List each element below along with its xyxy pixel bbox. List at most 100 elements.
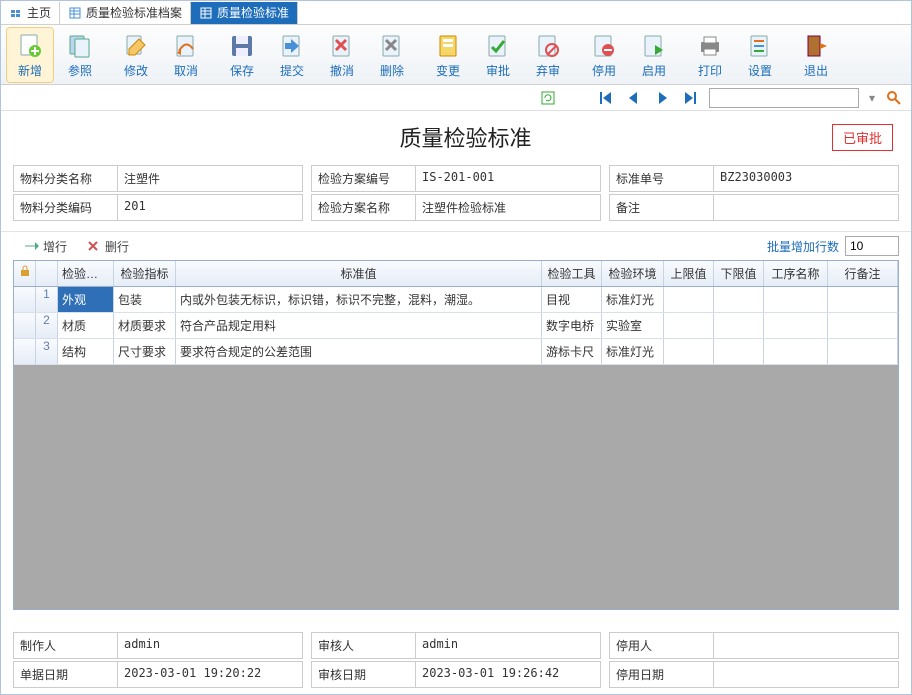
col-proc[interactable]: 工序名称 <box>764 261 828 286</box>
cell-upper[interactable] <box>664 339 714 364</box>
col-item[interactable]: 检验项目 <box>58 261 114 286</box>
cell-lower[interactable] <box>714 287 764 312</box>
undo-button[interactable]: 撤消 <box>318 27 366 83</box>
first-icon[interactable] <box>597 89 615 107</box>
add-row-label: 增行 <box>43 238 67 255</box>
del-row-button[interactable]: 删行 <box>87 238 129 255</box>
last-icon[interactable] <box>681 89 699 107</box>
exit-icon <box>802 32 830 60</box>
toolbar-label: 删除 <box>380 62 404 79</box>
add-icon <box>16 32 44 60</box>
table-row[interactable]: 2材质材质要求符合产品规定用料数字电桥实验室 <box>14 313 898 339</box>
disable-by-field <box>713 632 899 659</box>
print-button[interactable]: 打印 <box>686 27 734 83</box>
disable-button[interactable]: 停用 <box>580 27 628 83</box>
remark-field[interactable] <box>713 194 899 221</box>
toolbar-label: 修改 <box>124 62 148 79</box>
tab-standard[interactable]: 质量检验标准 <box>191 2 298 24</box>
std-no-field[interactable]: BZ23030003 <box>713 165 899 192</box>
table-row[interactable]: 1外观包装内或外包装无标识，标识错，标识不完整，混料，潮湿。目视标准灯光 <box>14 287 898 313</box>
cell-indicator[interactable]: 材质要求 <box>114 313 176 338</box>
col-tool[interactable]: 检验工具 <box>542 261 602 286</box>
cell-tool[interactable]: 数字电桥 <box>542 313 602 338</box>
col-remark[interactable]: 行备注 <box>828 261 898 286</box>
next-icon[interactable] <box>653 89 671 107</box>
toolbar-label: 退出 <box>804 62 828 79</box>
cell-standard[interactable]: 要求符合规定的公差范围 <box>176 339 542 364</box>
reference-button[interactable]: 参照 <box>56 27 104 83</box>
submit-icon <box>278 32 306 60</box>
cell-env[interactable]: 标准灯光 <box>602 339 664 364</box>
col-lower[interactable]: 下限值 <box>714 261 764 286</box>
setting-button[interactable]: 设置 <box>736 27 784 83</box>
reject-icon <box>534 32 562 60</box>
cell-env[interactable]: 实验室 <box>602 313 664 338</box>
cell-env[interactable]: 标准灯光 <box>602 287 664 312</box>
toolbar-label: 取消 <box>174 62 198 79</box>
scheme-name-label: 检验方案名称 <box>311 194 415 221</box>
cell-proc[interactable] <box>764 287 828 312</box>
toolbar-label: 设置 <box>748 62 772 79</box>
submit-button[interactable]: 提交 <box>268 27 316 83</box>
tab-home[interactable]: 主页 <box>1 2 60 24</box>
disable-by-label: 停用人 <box>609 632 713 659</box>
reject-button[interactable]: 弃审 <box>524 27 572 83</box>
scheme-no-field[interactable]: IS-201-001 <box>415 165 601 192</box>
table-row[interactable]: 3结构尺寸要求要求符合规定的公差范围游标卡尺标准灯光 <box>14 339 898 365</box>
cell-proc[interactable] <box>764 339 828 364</box>
cell-indicator[interactable]: 包装 <box>114 287 176 312</box>
save-icon <box>228 32 256 60</box>
add-button[interactable]: 新增 <box>6 27 54 83</box>
batch-add-input[interactable] <box>845 236 899 256</box>
enable-button[interactable]: 启用 <box>630 27 678 83</box>
cell-item[interactable]: 外观 <box>58 287 114 312</box>
change-icon <box>434 32 462 60</box>
prev-icon[interactable] <box>625 89 643 107</box>
mat-class-code-field[interactable]: 201 <box>117 194 303 221</box>
data-grid[interactable]: 检验项目 检验指标 标准值 检验工具 检验环境 上限值 下限值 工序名称 行备注… <box>13 260 899 610</box>
col-standard[interactable]: 标准值 <box>176 261 542 286</box>
col-upper[interactable]: 上限值 <box>664 261 714 286</box>
change-button[interactable]: 变更 <box>424 27 472 83</box>
reference-icon <box>66 32 94 60</box>
approve-button[interactable]: 审批 <box>474 27 522 83</box>
cell-standard[interactable]: 内或外包装无标识，标识错，标识不完整，混料，潮湿。 <box>176 287 542 312</box>
cell-tool[interactable]: 目视 <box>542 287 602 312</box>
scheme-name-field[interactable]: 注塑件检验标准 <box>415 194 601 221</box>
refresh-icon[interactable] <box>539 89 557 107</box>
add-row-button[interactable]: 增行 <box>25 238 67 255</box>
exit-button[interactable]: 退出 <box>792 27 840 83</box>
cell-upper[interactable] <box>664 287 714 312</box>
edit-button[interactable]: 修改 <box>112 27 160 83</box>
cell-upper[interactable] <box>664 313 714 338</box>
save-button[interactable]: 保存 <box>218 27 266 83</box>
setting-icon <box>746 32 774 60</box>
cell-remark[interactable] <box>828 313 898 338</box>
cell-tool[interactable]: 游标卡尺 <box>542 339 602 364</box>
col-indicator[interactable]: 检验指标 <box>114 261 176 286</box>
cell-lower[interactable] <box>714 313 764 338</box>
cell-proc[interactable] <box>764 313 828 338</box>
cell-standard[interactable]: 符合产品规定用料 <box>176 313 542 338</box>
cell-indicator[interactable]: 尺寸要求 <box>114 339 176 364</box>
cancel-button[interactable]: 取消 <box>162 27 210 83</box>
cell-item[interactable]: 材质 <box>58 313 114 338</box>
delete-button[interactable]: 删除 <box>368 27 416 83</box>
cell-remark[interactable] <box>828 287 898 312</box>
cell-lower[interactable] <box>714 339 764 364</box>
cancel-icon <box>172 32 200 60</box>
tab-label: 质量检验标准 <box>217 4 289 21</box>
tab-archive[interactable]: 质量检验标准档案 <box>60 2 191 24</box>
cell-item[interactable]: 结构 <box>58 339 114 364</box>
col-env[interactable]: 检验环境 <box>602 261 664 286</box>
footer-form: 制作人admin 单据日期2023-03-01 19:20:22 审核人admi… <box>13 632 899 688</box>
grid-icon <box>199 6 213 20</box>
grid-toolbar: 增行 删行 批量增加行数 <box>1 231 911 260</box>
search-icon[interactable] <box>885 89 903 107</box>
toolbar-label: 撤消 <box>330 62 354 79</box>
cell-remark[interactable] <box>828 339 898 364</box>
mat-class-name-field[interactable]: 注塑件 <box>117 165 303 192</box>
search-input[interactable] <box>709 88 859 108</box>
remark-label: 备注 <box>609 194 713 221</box>
toolbar-label: 启用 <box>642 62 666 79</box>
